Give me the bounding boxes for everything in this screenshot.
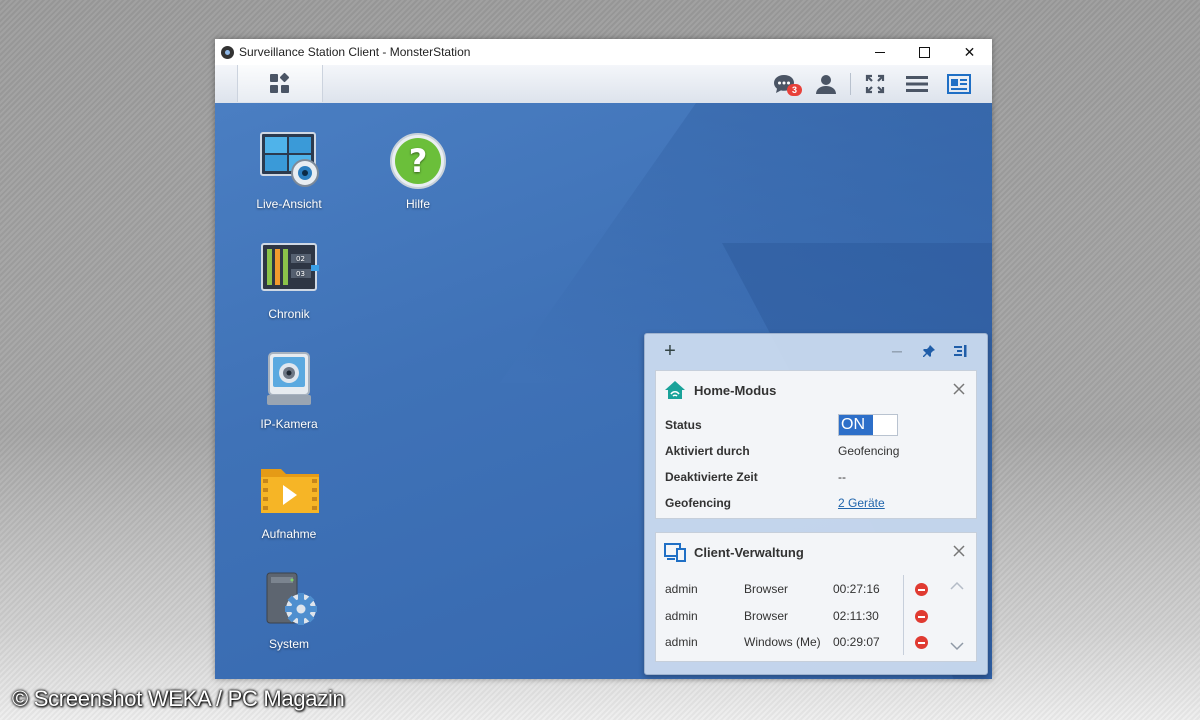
- maximize-button[interactable]: [902, 39, 947, 65]
- help-icon: ?: [388, 131, 448, 191]
- desktop-icon-live-view[interactable]: Live-Ansicht: [234, 131, 344, 211]
- pin-panel-button[interactable]: [920, 342, 938, 360]
- widget-panel: + ─ Home-Modus Status ON Aktiviert durch…: [644, 333, 988, 675]
- client-management-header: Client-Verwaltung: [656, 533, 976, 571]
- close-client-management-widget-button[interactable]: [952, 544, 966, 558]
- toolbar: 3: [215, 65, 992, 104]
- desktop-icon-label: Hilfe: [405, 197, 430, 211]
- app-logo-icon: [221, 45, 234, 59]
- timeline-label-02: 02: [296, 255, 305, 263]
- minimize-button[interactable]: [857, 39, 902, 65]
- window-title: Surveillance Station Client - MonsterSta…: [239, 45, 471, 59]
- dock-panel-button[interactable]: [951, 342, 969, 360]
- toolbar-separator: [850, 72, 851, 95]
- disconnect-session-button[interactable]: [915, 583, 928, 596]
- fullscreen-icon: [865, 74, 885, 93]
- session-client: Windows (Me): [744, 635, 821, 649]
- timeline-label-03: 03: [296, 270, 305, 278]
- desktop-icon-recording[interactable]: Aufnahme: [234, 461, 344, 541]
- home-icon: [664, 380, 686, 400]
- widget-panel-icon: [947, 73, 971, 94]
- minimize-icon: [874, 51, 885, 53]
- close-button[interactable]: ✕: [947, 39, 992, 65]
- session-user: admin: [665, 609, 698, 623]
- session-row: admin Browser 00:27:16: [665, 582, 965, 598]
- deactivated-time-value: --: [838, 470, 846, 484]
- minus-icon: ─: [892, 343, 902, 359]
- ip-camera-icon: [259, 351, 319, 411]
- title-bar[interactable]: Surveillance Station Client - MonsterSta…: [215, 39, 992, 65]
- disconnect-session-button[interactable]: [915, 610, 928, 623]
- toggle-on-label: ON: [839, 415, 873, 435]
- scroll-down-chevron-icon[interactable]: [950, 641, 964, 651]
- desktop-icon-label: Aufnahme: [261, 527, 317, 541]
- desktop-icon-ip-camera[interactable]: IP-Kamera: [234, 351, 344, 431]
- widget-panel-button[interactable]: [938, 65, 980, 102]
- home-mode-header: Home-Modus: [656, 371, 976, 409]
- desktop-icon-timeline[interactable]: 02 03 Chronik: [234, 241, 344, 321]
- plus-icon: +: [664, 339, 676, 362]
- session-client: Browser: [744, 609, 789, 623]
- home-mode-widget: Home-Modus Status ON Aktiviert durch Geo…: [655, 370, 977, 519]
- live-view-icon: [259, 131, 319, 191]
- session-row: admin Browser 02:11:30: [665, 609, 965, 625]
- session-user: admin: [665, 635, 698, 649]
- deactivated-time-label: Deaktivierte Zeit: [665, 470, 758, 484]
- dock-right-icon: [954, 345, 967, 357]
- activated-by-label: Aktiviert durch: [665, 444, 750, 458]
- desktop-icon-system[interactable]: System: [234, 571, 344, 651]
- client-management-title: Client-Verwaltung: [694, 544, 804, 560]
- notifications-button[interactable]: 3: [763, 65, 805, 102]
- pin-icon: [923, 345, 935, 357]
- home-mode-title: Home-Modus: [694, 382, 777, 398]
- session-time: 00:27:16: [833, 582, 880, 596]
- status-label: Status: [665, 418, 702, 432]
- session-row: admin Windows (Me) 00:29:07: [665, 635, 965, 651]
- list-menu-icon: [906, 75, 928, 92]
- notification-count-badge: 3: [787, 84, 802, 96]
- client-management-widget: Client-Verwaltung admin Browser 00:27:16…: [655, 532, 977, 662]
- svg-text:?: ?: [409, 142, 428, 180]
- close-home-mode-widget-button[interactable]: [952, 382, 966, 396]
- desktop-icon-label: Live-Ansicht: [256, 197, 322, 211]
- session-time: 00:29:07: [833, 635, 880, 649]
- copyright-watermark: © Screenshot WEKA / PC Magazin: [12, 686, 345, 711]
- main-menu-grid-icon: [270, 72, 290, 94]
- minimize-panel-button[interactable]: ─: [888, 342, 906, 360]
- list-menu-button[interactable]: [896, 65, 938, 102]
- timeline-icon: 02 03: [259, 241, 319, 301]
- user-icon: [816, 74, 836, 94]
- user-button[interactable]: [805, 65, 847, 102]
- geofencing-devices-link[interactable]: 2 Geräte: [838, 496, 885, 510]
- session-user: admin: [665, 582, 698, 596]
- maximize-icon: [919, 46, 930, 58]
- desktop-icon-label: System: [268, 637, 309, 651]
- session-time: 02:11:30: [833, 609, 879, 623]
- widget-panel-header: + ─: [645, 334, 987, 368]
- home-mode-toggle[interactable]: ON: [838, 414, 898, 436]
- desktop-icon-label: IP-Kamera: [260, 417, 318, 431]
- disconnect-session-button[interactable]: [915, 636, 928, 649]
- desktop-icon-help[interactable]: ? Hilfe: [363, 131, 473, 211]
- geofencing-label: Geofencing: [665, 496, 732, 510]
- desktop-icon-label: Chronik: [268, 307, 310, 321]
- system-gear-icon: [259, 571, 319, 631]
- fullscreen-button[interactable]: [854, 65, 896, 102]
- devices-icon: [664, 542, 686, 562]
- add-widget-button[interactable]: +: [661, 339, 679, 362]
- close-icon: ✕: [963, 43, 976, 60]
- activated-by-value: Geofencing: [838, 444, 900, 458]
- main-menu-button[interactable]: [237, 65, 323, 102]
- recording-folder-icon: [259, 461, 319, 521]
- scroll-up-chevron-icon[interactable]: [950, 581, 964, 591]
- session-client: Browser: [744, 582, 789, 596]
